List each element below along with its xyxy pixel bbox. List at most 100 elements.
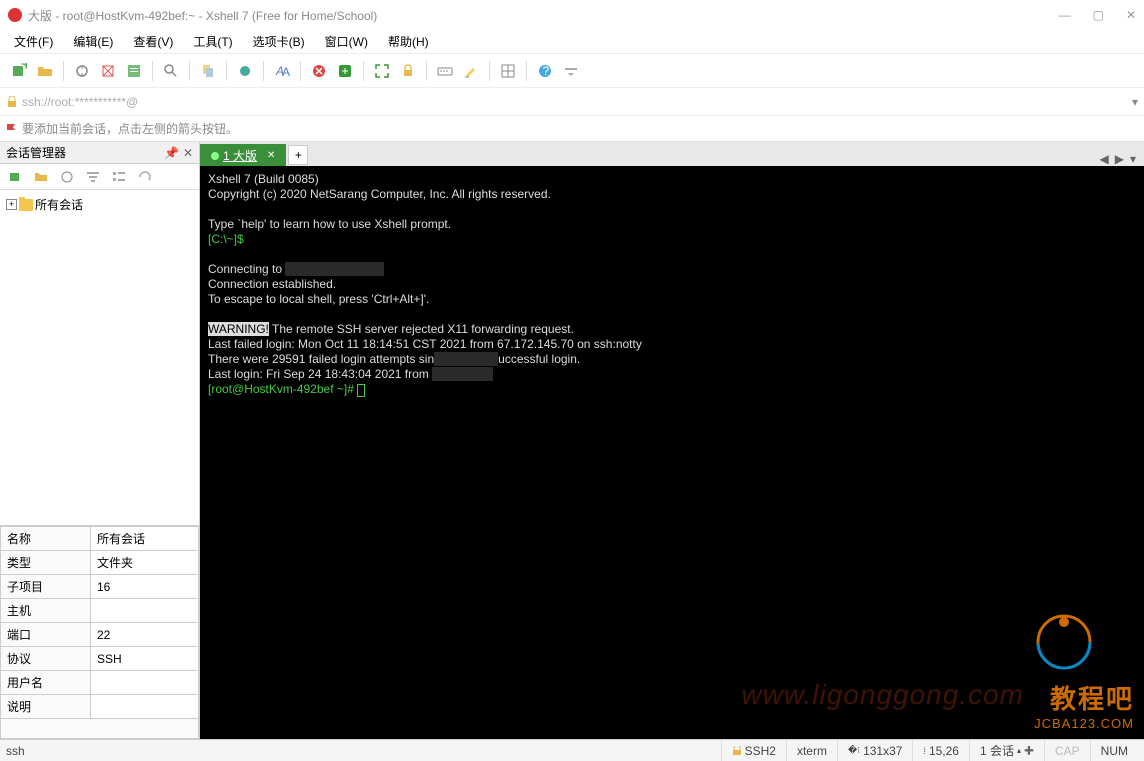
menu-edit[interactable]: 编辑(E) [65,31,121,52]
prop-val: 22 [91,623,199,647]
prop-val: 文件夹 [91,551,199,575]
session-hint-text: 要添加当前会话，点击左侧的箭头按钮。 [22,120,238,137]
menubar: 文件(F) 编辑(E) 查看(V) 工具(T) 选项卡(B) 窗口(W) 帮助(… [0,30,1144,54]
titlebar: 大版 - root@HostKvm-492bef:~ - Xshell 7 (F… [0,0,1144,30]
tab-menu-icon[interactable]: ▾ [1130,152,1136,166]
prop-key: 协议 [1,647,91,671]
app-icon [8,8,22,22]
terminal[interactable]: Xshell 7 (Build 0085) Copyright (c) 2020… [200,166,1144,739]
tab-prev-icon[interactable]: ◀ [1100,152,1109,166]
prop-key: 说明 [1,695,91,719]
prop-key: 端口 [1,623,91,647]
sidebar-list-icon[interactable] [108,166,130,188]
add-tab-button[interactable]: + [288,145,308,165]
tab-session-1[interactable]: 1 大版 ✕ [200,144,286,166]
tab-next-icon[interactable]: ▶ [1115,152,1124,166]
sidebar-filter-icon[interactable] [82,166,104,188]
prop-key: 类型 [1,551,91,575]
sidebar-toolbar [0,164,199,190]
menu-window[interactable]: 窗口(W) [317,31,376,52]
prop-row: 名称所有会话 [1,527,199,551]
prop-val [91,671,199,695]
address-bar[interactable]: ssh://root:***********@ ▾ [0,88,1144,116]
status-bar: ssh SSH2 xterm �⁝131x37 ⁞15,26 1 会话 ▴➕ C… [0,739,1144,761]
xftp-icon[interactable] [334,60,356,82]
prop-row: 主机 [1,599,199,623]
minimize-button[interactable]: — [1059,8,1071,22]
prop-val [91,695,199,719]
color-icon[interactable] [234,60,256,82]
session-tree[interactable]: + 所有会话 [0,190,199,525]
sidebar-close-icon[interactable]: ✕ [183,146,193,160]
prop-key: 名称 [1,527,91,551]
sidebar-title: 会话管理器 [6,144,66,161]
sidebar-folder-icon[interactable] [30,166,52,188]
content-area: 1 大版 ✕ + ◀ ▶ ▾ Xshell 7 (Build 0085) Cop… [200,142,1144,739]
prop-key: 主机 [1,599,91,623]
prop-val: 16 [91,575,199,599]
keyboard-icon[interactable] [434,60,456,82]
menu-file[interactable]: 文件(F) [6,31,61,52]
sidebar-header: 会话管理器 📌 ✕ [0,142,199,164]
svg-text:+: + [23,63,27,72]
pin-icon[interactable]: 📌 [164,146,179,160]
flag-icon [6,123,18,135]
font-icon[interactable]: AA [271,60,293,82]
sidebar-new-icon[interactable] [4,166,26,188]
sidebar-refresh-icon[interactable] [134,166,156,188]
menu-tools[interactable]: 工具(T) [185,31,240,52]
lock-icon[interactable] [397,60,419,82]
highlight-icon[interactable] [460,60,482,82]
help-icon[interactable]: ? [534,60,556,82]
xshell-icon[interactable] [308,60,330,82]
copy-icon[interactable] [197,60,219,82]
svg-text:?: ? [543,64,550,78]
new-session-icon[interactable]: + [8,60,30,82]
open-icon[interactable] [34,60,56,82]
search-icon[interactable] [160,60,182,82]
prop-val: 所有会话 [91,527,199,551]
session-hint-bar: 要添加当前会话，点击左侧的箭头按钮。 [0,116,1144,142]
cursor [357,384,365,397]
window-title: 大版 - root@HostKvm-492bef:~ - Xshell 7 (F… [28,7,377,24]
disconnect-icon[interactable] [97,60,119,82]
sidebar: 会话管理器 📌 ✕ + 所有会话 名称所有会话 类型文件夹 [0,142,200,739]
status-cap: CAP [1044,740,1090,761]
sidebar-link-icon[interactable] [56,166,78,188]
dropdown-icon[interactable] [560,60,582,82]
lock-status-icon [732,746,742,756]
menu-tab[interactable]: 选项卡(B) [245,31,313,52]
menu-view[interactable]: 查看(V) [125,31,181,52]
layout-icon[interactable] [497,60,519,82]
status-term: xterm [786,740,837,761]
prop-row: 端口22 [1,623,199,647]
menu-help[interactable]: 帮助(H) [380,31,437,52]
tree-root-node[interactable]: + 所有会话 [4,194,195,215]
prop-val: SSH [91,647,199,671]
status-size: �⁝131x37 [837,740,912,761]
toolbar: + AA ? [0,54,1144,88]
tab-close-icon[interactable]: ✕ [267,150,275,161]
close-button[interactable]: ✕ [1126,8,1136,22]
prop-val [91,599,199,623]
lock-small-icon [6,96,18,108]
status-num: NUM [1090,740,1138,761]
address-dropdown-icon[interactable]: ▾ [1132,95,1138,109]
maximize-button[interactable]: ▢ [1093,8,1104,22]
properties-icon[interactable] [123,60,145,82]
status-pos: ⁞15,26 [912,740,969,761]
fullscreen-icon[interactable] [371,60,393,82]
folder-icon [19,199,33,211]
reconnect-icon[interactable] [71,60,93,82]
prop-key: 用户名 [1,671,91,695]
svg-text:A: A [282,65,290,79]
properties-panel: 名称所有会话 类型文件夹 子项目16 主机 端口22 协议SSH 用户名 说明 [0,525,199,739]
prop-row: 子项目16 [1,575,199,599]
address-text: ssh://root:***********@ [22,95,138,109]
prop-row: 类型文件夹 [1,551,199,575]
expand-icon[interactable]: + [6,199,17,210]
tab-label: 1 大版 [223,147,257,164]
prop-row: 用户名 [1,671,199,695]
tab-bar: 1 大版 ✕ + ◀ ▶ ▾ [200,142,1144,166]
status-ssh: SSH2 [721,740,786,761]
